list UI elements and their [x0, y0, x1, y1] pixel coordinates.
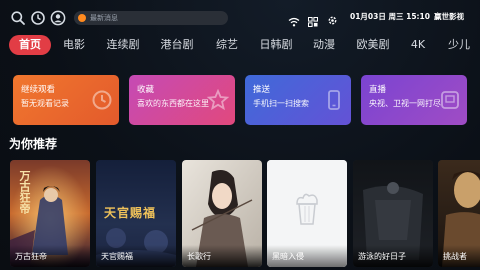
tab-series[interactable]: 连续剧: [101, 35, 145, 55]
favorites-card[interactable]: 收藏 喜欢的东西都在这里: [129, 75, 235, 125]
poster-art-title: 天官赐福: [104, 206, 157, 220]
phone-icon: [328, 90, 340, 110]
live-tv-card[interactable]: 直播 央视、卫视一网打尽: [361, 75, 467, 125]
tab-variety[interactable]: 综艺: [210, 35, 244, 55]
poster-card[interactable]: 天官赐福 天官赐福: [96, 160, 176, 267]
card-subtitle: 央视、卫视一网打尽: [369, 99, 441, 108]
poster-card[interactable]: 长歌行: [182, 160, 262, 267]
poster-card[interactable]: 黑暗入侵: [267, 160, 347, 267]
card-title: 继续观看: [21, 85, 56, 95]
news-icon: [78, 14, 86, 22]
card-title: 收藏: [137, 85, 155, 95]
card-title: 直播: [369, 85, 387, 95]
category-nav: 首页 电影 连续剧 港台剧 综艺 日韩剧 动漫 欧美剧 4K 少儿: [0, 35, 480, 55]
brand-name: 赢世影视: [434, 12, 464, 21]
news-ticker[interactable]: 最新消息: [74, 11, 228, 25]
tab-anime[interactable]: 动漫: [307, 35, 341, 55]
section-title: 为你推荐: [9, 137, 58, 151]
user-icon[interactable]: [50, 10, 66, 26]
push-card[interactable]: 推送 手机扫一扫搜索: [245, 75, 351, 125]
apps-icon[interactable]: [308, 12, 318, 31]
poster-art-title: 万古狂帝: [18, 170, 31, 214]
star-icon: [207, 89, 229, 111]
history-icon[interactable]: [30, 10, 46, 26]
tab-western[interactable]: 欧美剧: [351, 35, 395, 55]
poster-title: 黑暗入侵: [272, 252, 304, 261]
settings-icon[interactable]: [327, 11, 338, 30]
search-icon[interactable]: [10, 10, 26, 26]
tab-movies[interactable]: 电影: [57, 35, 91, 55]
tv-icon: [441, 91, 459, 109]
card-subtitle: 暂无观看记录: [21, 99, 69, 108]
tab-4k[interactable]: 4K: [404, 35, 432, 55]
wifi-icon: [288, 12, 300, 31]
news-text: 最新消息: [90, 14, 118, 22]
tv-home-screen: 最新消息 01月03日 周三 15:10 赢世影视 首页 电影 连续剧 港台剧 …: [0, 0, 480, 270]
tab-kids[interactable]: 少儿: [442, 35, 476, 55]
poster-card[interactable]: 游泳的好日子: [353, 160, 433, 267]
poster-card[interactable]: 挑战者: [438, 160, 480, 267]
card-subtitle: 喜欢的东西都在这里: [137, 99, 209, 108]
history-icon: [92, 90, 112, 110]
tab-hk-tw[interactable]: 港台剧: [155, 35, 199, 55]
tab-home[interactable]: 首页: [9, 35, 51, 55]
clock: 01月03日 周三 15:10: [350, 12, 430, 21]
poster-title: 天官赐福: [101, 252, 133, 261]
poster-title: 万古狂帝: [15, 252, 47, 261]
poster-title: 游泳的好日子: [358, 252, 406, 261]
status-bar: 最新消息 01月03日 周三 15:10 赢世影视: [0, 0, 480, 34]
card-subtitle: 手机扫一扫搜索: [253, 99, 309, 108]
poster-title: 挑战者: [443, 252, 467, 261]
tab-jp-kr[interactable]: 日韩剧: [254, 35, 298, 55]
card-title: 推送: [253, 85, 271, 95]
continue-watching-card[interactable]: 继续观看 暂无观看记录: [13, 75, 119, 125]
poster-title: 长歌行: [187, 252, 211, 261]
poster-card[interactable]: 万古狂帝 万古狂帝: [10, 160, 90, 267]
